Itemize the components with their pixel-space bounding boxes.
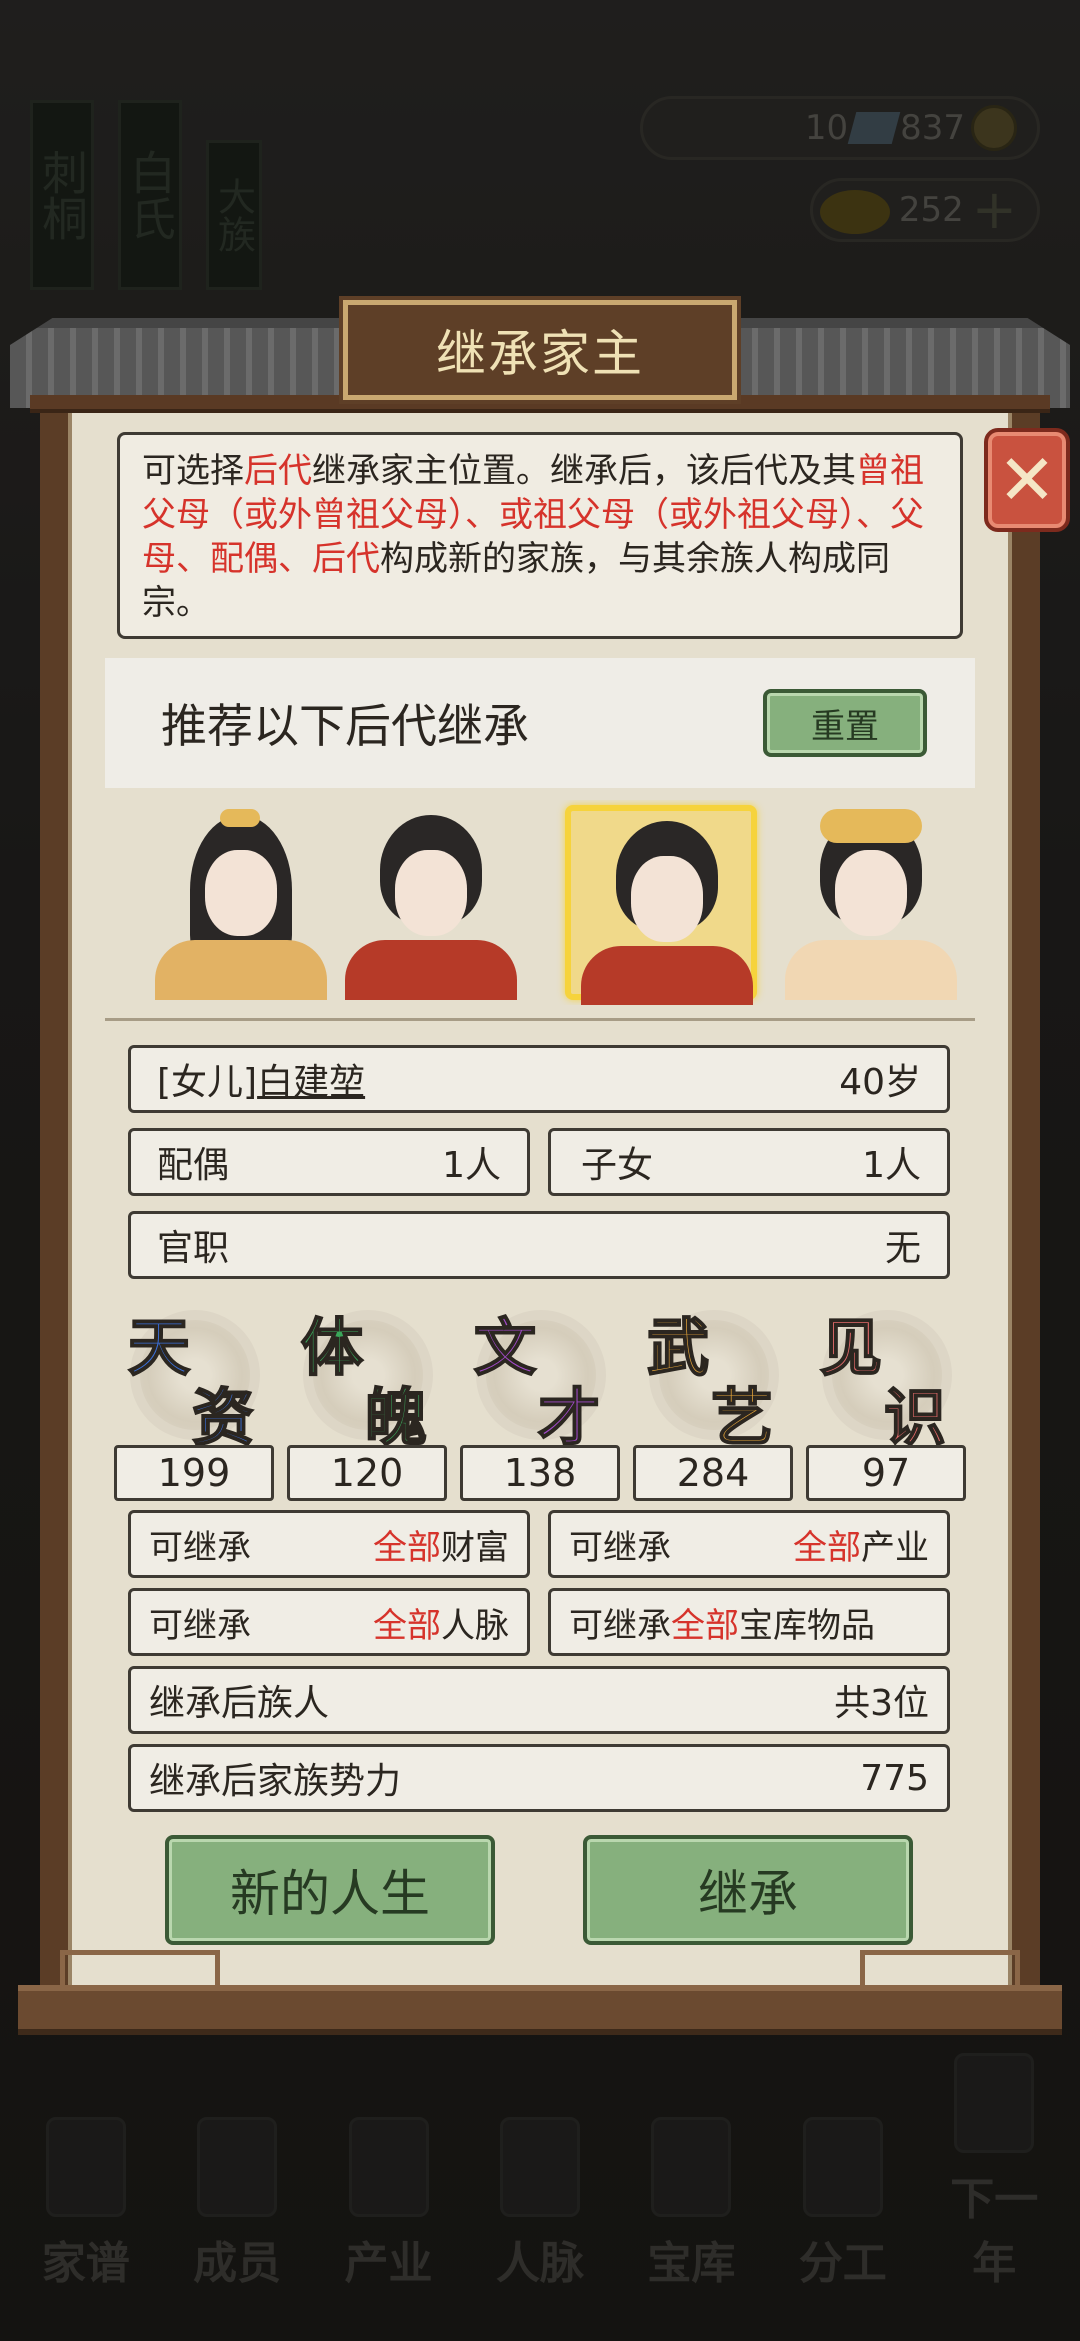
inherit-treasury-row: 可继承 全部 宝库物品 — [548, 1588, 950, 1656]
inherit-network-value: 全部人脉 — [373, 1605, 509, 1646]
inherit-treasury-value: 宝库物品 — [739, 1605, 875, 1646]
stat-martial: 284 — [633, 1445, 793, 1501]
inherit-wealth-value: 全部财富 — [373, 1527, 509, 1568]
spouse-value: 1人 — [442, 1145, 501, 1186]
office-value: 无 — [884, 1228, 921, 1269]
heir-identity: [女儿]白建堃 — [157, 1053, 365, 1105]
inherit-prefix: 可继承 — [149, 1605, 251, 1646]
heir-name-row: [女儿]白建堃 40岁 — [128, 1045, 950, 1113]
inherit-network-row: 可继承 全部人脉 — [128, 1588, 530, 1656]
power-row: 继承后家族势力 775 — [128, 1744, 950, 1812]
members-row: 继承后族人 共3位 — [128, 1666, 950, 1734]
portrait-granddaughter[interactable] — [775, 805, 967, 1000]
attr-talent: 天 资 — [120, 1295, 270, 1455]
attr-martial: 武 艺 — [639, 1295, 789, 1455]
robe — [785, 940, 957, 1000]
reset-button[interactable]: 重置 — [763, 689, 927, 757]
members-label: 继承后族人 — [149, 1683, 330, 1724]
face — [631, 856, 703, 942]
hair-ornament — [820, 809, 922, 843]
stat-physique: 120 — [287, 1445, 447, 1501]
hair-ornament — [220, 809, 260, 827]
face — [205, 850, 277, 936]
inherit-property-row: 可继承 全部产业 — [548, 1510, 950, 1578]
portrait-carousel[interactable] — [105, 800, 975, 1005]
new-life-button[interactable]: 新的人生 — [165, 1835, 495, 1945]
robe — [345, 940, 517, 1000]
description-box: 可选择后代继承家主位置。继承后，该后代及其曾祖父母（或外曾祖父母）、或祖父母（或… — [117, 432, 963, 639]
heir-age: 40岁 — [839, 1062, 921, 1103]
close-button[interactable]: ✕ — [984, 428, 1070, 532]
power-value: 775 — [860, 1757, 929, 1799]
members-value: 共3位 — [834, 1683, 929, 1724]
office-label: 官职 — [157, 1228, 230, 1269]
inherit-prefix: 可继承 — [149, 1527, 251, 1568]
power-label: 继承后家族势力 — [149, 1761, 402, 1802]
inherit-prefix: 可继承 — [569, 1605, 671, 1646]
robe — [581, 946, 753, 1005]
portrait-son[interactable] — [145, 805, 337, 1000]
dialog-title: 继承家主 — [343, 300, 737, 400]
inherit-property-value: 全部产业 — [793, 1527, 929, 1568]
inherit-wealth-row: 可继承 全部财富 — [128, 1510, 530, 1578]
spouse-label: 配偶 — [157, 1145, 230, 1186]
office-row: 官职 无 — [128, 1211, 950, 1279]
children-row: 子女 1人 — [548, 1128, 950, 1196]
close-icon: ✕ — [997, 439, 1057, 521]
portrait-daughter-selected[interactable] — [565, 805, 757, 1005]
attr-literary: 文 才 — [466, 1295, 616, 1455]
stat-knowledge: 97 — [806, 1445, 966, 1501]
inherit-button[interactable]: 继承 — [583, 1835, 913, 1945]
rail-left — [60, 1950, 220, 1990]
portrait-daughter-a[interactable] — [335, 805, 527, 1000]
attr-physique: 体 魄 — [293, 1295, 443, 1455]
recommend-label: 推荐以下后代继承 — [161, 699, 529, 753]
robe — [155, 940, 327, 1000]
face — [395, 850, 467, 936]
inherit-all: 全部 — [671, 1605, 739, 1646]
panel-base — [18, 1985, 1062, 2035]
children-value: 1人 — [862, 1145, 921, 1186]
heir-name-link[interactable]: 白建堃 — [257, 1062, 365, 1103]
stat-talent: 199 — [114, 1445, 274, 1501]
attr-knowledge: 见 识 — [812, 1295, 962, 1455]
spouse-row: 配偶 1人 — [128, 1128, 530, 1196]
stat-literary: 138 — [460, 1445, 620, 1501]
children-label: 子女 — [581, 1145, 654, 1186]
divider — [105, 1018, 975, 1038]
rail-right — [860, 1950, 1020, 1990]
heir-relation: [女儿] — [157, 1062, 258, 1103]
face — [835, 850, 907, 936]
inherit-prefix: 可继承 — [569, 1527, 671, 1568]
